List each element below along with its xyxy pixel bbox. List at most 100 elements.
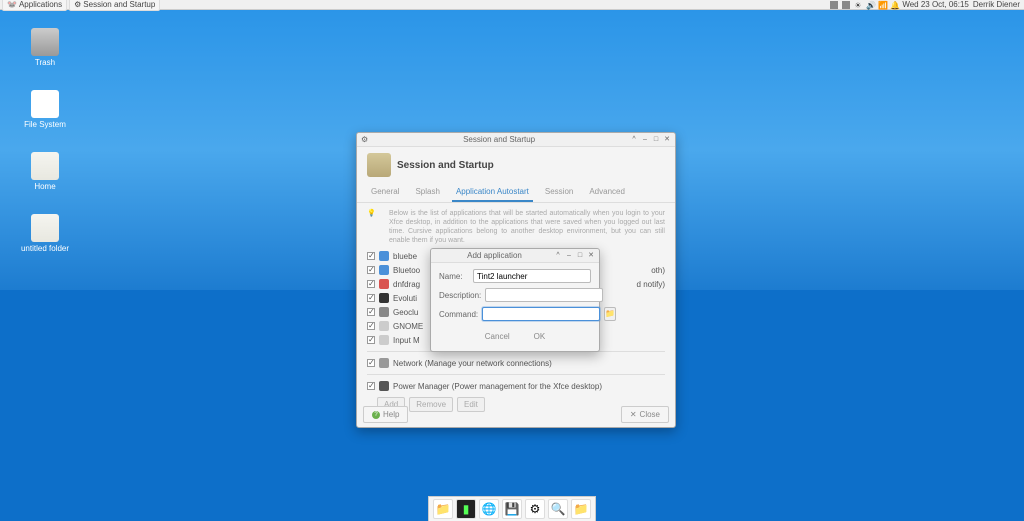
close-x-icon: ✕ bbox=[630, 410, 637, 419]
checkbox[interactable] bbox=[367, 252, 375, 260]
tab-session[interactable]: Session bbox=[541, 183, 577, 202]
desktop-filesystem[interactable]: File System bbox=[20, 90, 70, 129]
power-icon bbox=[379, 381, 389, 391]
minimize-up-icon[interactable]: ^ bbox=[554, 252, 562, 260]
dock-folder[interactable]: 📁 bbox=[433, 499, 453, 519]
name-label: Name: bbox=[439, 272, 469, 281]
folder-icon bbox=[31, 214, 59, 242]
taskbar-label: Session and Startup bbox=[83, 0, 155, 9]
checkbox[interactable] bbox=[367, 266, 375, 274]
help-icon: ? bbox=[372, 411, 380, 419]
settings-icon: ⚙ bbox=[74, 0, 81, 9]
dock-search[interactable]: 🔍 bbox=[548, 499, 568, 519]
maximize-icon[interactable]: □ bbox=[576, 252, 584, 260]
desktop-trash[interactable]: Trash bbox=[20, 28, 70, 67]
tab-advanced[interactable]: Advanced bbox=[585, 183, 629, 202]
checkbox[interactable] bbox=[367, 359, 375, 367]
window-icon: ⚙ bbox=[361, 135, 368, 144]
close-label: Close bbox=[640, 410, 660, 419]
bulb-icon: 💡 bbox=[367, 209, 383, 229]
ok-button[interactable]: OK bbox=[530, 330, 550, 343]
applications-menu[interactable]: 🐭 Applications bbox=[2, 0, 67, 11]
checkbox[interactable] bbox=[367, 322, 375, 330]
checkbox[interactable] bbox=[367, 308, 375, 316]
tray-icon-1[interactable] bbox=[830, 1, 838, 9]
dialog-titlebar[interactable]: Add application ^ – □ ✕ bbox=[431, 249, 599, 263]
dock-folder-2[interactable]: 📁 bbox=[571, 499, 591, 519]
dock-browser[interactable]: 🌐 bbox=[479, 499, 499, 519]
close-button[interactable]: ✕ Close bbox=[621, 406, 669, 423]
bottom-dock: 📁 ▮ 🌐 💾 ⚙ 🔍 📁 bbox=[428, 496, 596, 521]
description-input[interactable] bbox=[485, 288, 603, 302]
app-label: Bluetoo bbox=[393, 266, 420, 275]
maximize-icon[interactable]: □ bbox=[652, 136, 660, 144]
name-input[interactable] bbox=[473, 269, 591, 283]
xfce-icon: 🐭 bbox=[7, 0, 17, 9]
tray-network-icon[interactable]: 📶 bbox=[878, 1, 886, 9]
trash-label: Trash bbox=[20, 58, 70, 67]
home-icon bbox=[31, 152, 59, 180]
minimize-icon[interactable]: – bbox=[641, 136, 649, 144]
applications-label: Applications bbox=[19, 0, 62, 9]
app-label: Power Manager (Power management for the … bbox=[393, 382, 602, 391]
user-menu[interactable]: Derrik Diener bbox=[973, 0, 1020, 9]
app-label: Evoluti bbox=[393, 294, 417, 303]
minimize-icon[interactable]: – bbox=[565, 252, 573, 260]
add-application-dialog: Add application ^ – □ ✕ Name: Descriptio… bbox=[430, 248, 600, 352]
dialog-title: Add application bbox=[435, 251, 554, 260]
close-icon[interactable]: ✕ bbox=[587, 252, 595, 260]
desktop-home[interactable]: Home bbox=[20, 152, 70, 191]
list-item[interactable]: Power Manager (Power management for the … bbox=[367, 379, 665, 393]
list-item[interactable]: Network (Manage your network connections… bbox=[367, 356, 665, 370]
top-panel: 🐭 Applications ⚙ Session and Startup ☀ 🔊… bbox=[0, 0, 1024, 10]
app-label: dnfdrag bbox=[393, 280, 420, 289]
app-icon bbox=[379, 293, 389, 303]
app-icon bbox=[379, 251, 389, 261]
app-icon bbox=[379, 321, 389, 331]
help-label: Help bbox=[383, 410, 399, 419]
checkbox[interactable] bbox=[367, 294, 375, 302]
dock-settings[interactable]: ⚙ bbox=[525, 499, 545, 519]
home-label: Home bbox=[20, 182, 70, 191]
window-header: Session and Startup bbox=[397, 160, 494, 171]
close-icon[interactable]: ✕ bbox=[663, 136, 671, 144]
tab-autostart[interactable]: Application Autostart bbox=[452, 183, 533, 202]
filesystem-label: File System bbox=[20, 120, 70, 129]
drive-icon bbox=[31, 90, 59, 118]
dock-terminal[interactable]: ▮ bbox=[456, 499, 476, 519]
taskbar-item[interactable]: ⚙ Session and Startup bbox=[69, 0, 160, 11]
app-label: GNOME bbox=[393, 322, 423, 331]
desktop-untitled-folder[interactable]: untitled folder bbox=[20, 214, 70, 253]
tray-volume-icon[interactable]: 🔊 bbox=[866, 1, 874, 9]
tab-splash[interactable]: Splash bbox=[411, 183, 443, 202]
location-icon bbox=[379, 307, 389, 317]
tray-bell-icon[interactable]: 🔔 bbox=[890, 1, 898, 9]
checkbox[interactable] bbox=[367, 336, 375, 344]
help-button[interactable]: ? Help bbox=[363, 406, 408, 423]
checkbox[interactable] bbox=[367, 382, 375, 390]
tabs: General Splash Application Autostart Ses… bbox=[357, 183, 675, 203]
titlebar[interactable]: ⚙ Session and Startup ^ – □ ✕ bbox=[357, 133, 675, 147]
app-label: Network (Manage your network connections… bbox=[393, 359, 552, 368]
untitled-label: untitled folder bbox=[20, 244, 70, 253]
tab-general[interactable]: General bbox=[367, 183, 403, 202]
description-label: Description: bbox=[439, 291, 481, 300]
clock[interactable]: Wed 23 Oct, 06:15 bbox=[902, 0, 969, 9]
app-suffix: oth) bbox=[651, 266, 665, 275]
app-label: bluebe bbox=[393, 252, 417, 261]
checkbox[interactable] bbox=[367, 280, 375, 288]
bluetooth-icon bbox=[379, 265, 389, 275]
cancel-button[interactable]: Cancel bbox=[481, 330, 514, 343]
dock-drive[interactable]: 💾 bbox=[502, 499, 522, 519]
tray-weather-icon[interactable]: ☀ bbox=[854, 1, 862, 9]
network-icon bbox=[379, 358, 389, 368]
command-label: Command: bbox=[439, 310, 478, 319]
browse-button[interactable]: 📁 bbox=[604, 307, 616, 321]
trash-icon bbox=[31, 28, 59, 56]
minimize-up-icon[interactable]: ^ bbox=[630, 136, 638, 144]
app-suffix: d notify) bbox=[637, 280, 665, 289]
tray-icon-2[interactable] bbox=[842, 1, 850, 9]
session-icon bbox=[367, 153, 391, 177]
app-icon bbox=[379, 335, 389, 345]
command-input[interactable] bbox=[482, 307, 600, 321]
